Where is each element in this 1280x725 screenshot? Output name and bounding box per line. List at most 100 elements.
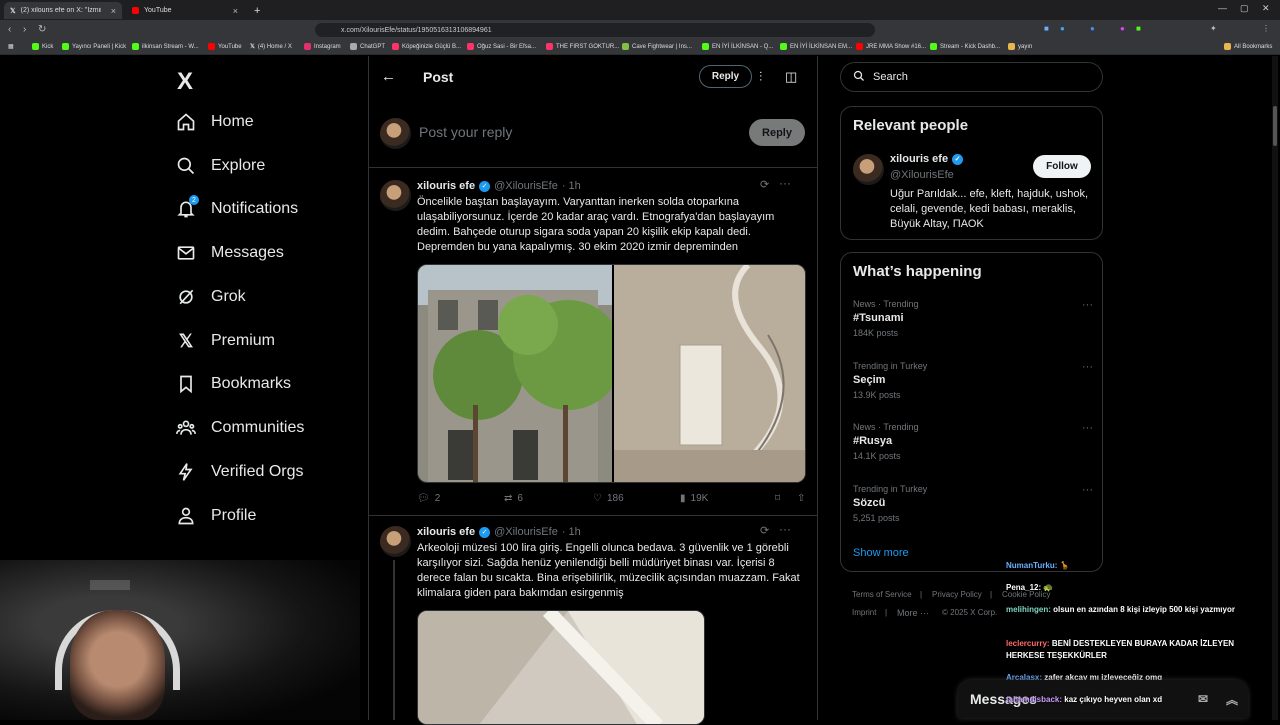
more-options-icon[interactable]: ··· xyxy=(1082,484,1093,496)
reply-action[interactable]: 💬︎ 2 xyxy=(417,493,504,504)
sidebar-item-explore[interactable]: Explore xyxy=(176,156,265,176)
imprint-link[interactable]: Imprint xyxy=(852,608,876,617)
bookmark-item[interactable]: EN İYİ İLKİNSAN EM... xyxy=(780,43,852,50)
extension-icon[interactable]: ■ xyxy=(1136,24,1141,33)
reply-header-button[interactable]: Reply xyxy=(699,65,752,88)
sidebar-item-home[interactable]: Home xyxy=(176,112,254,132)
verified-icon: ✓ xyxy=(479,180,491,192)
bookmark-item[interactable]: Instagram xyxy=(304,43,341,50)
url-input[interactable]: x.com/XilourisEfe/status/195051631310689… xyxy=(315,23,875,37)
back-icon[interactable]: ‹ xyxy=(8,24,11,35)
apps-icon[interactable]: ▦ xyxy=(8,43,14,50)
like-action[interactable]: ♡ 186 xyxy=(593,493,680,504)
extension-icon[interactable]: ■ xyxy=(1044,24,1049,33)
back-arrow-icon[interactable]: ← xyxy=(381,68,396,85)
terms-link[interactable]: Terms of Service xyxy=(852,590,912,599)
more-options-icon[interactable]: ··· xyxy=(1082,361,1093,373)
tab-x-post[interactable]: 𝕏 (2) xilouris efe on X: "İzmir Ar × xyxy=(4,2,122,19)
tweet[interactable]: xilouris efe ✓ @XilourisEfe · 1h ⟳ ··· A… xyxy=(369,522,817,725)
view-count: 19K xyxy=(690,493,709,504)
tweet-media[interactable] xyxy=(417,264,806,483)
bookmark-item[interactable]: Cave Fightwear | Ins... xyxy=(622,43,692,50)
sidebar-item-messages[interactable]: Messages xyxy=(176,243,284,263)
more-options-icon[interactable]: ··· xyxy=(779,176,791,190)
tweet-media[interactable] xyxy=(417,610,705,725)
sidebar-item-bookmarks[interactable]: Bookmarks xyxy=(176,374,291,394)
bookmark-item[interactable]: Köpeğinizle Güçlü B... xyxy=(392,43,461,50)
post-header: ← Post Reply ⫶ ◫ xyxy=(369,56,817,104)
reload-icon[interactable]: ↻ xyxy=(38,24,46,35)
bookmark-item[interactable]: Stream - Kick Dashb... xyxy=(930,43,1000,50)
emote-icon: 🦒 xyxy=(1059,561,1070,570)
avatar[interactable] xyxy=(380,526,411,557)
extension-icon[interactable]: ● xyxy=(1120,24,1125,33)
tweet-author[interactable]: xilouris efe ✓ @XilourisEfe · 1h xyxy=(417,526,581,538)
share-action[interactable]: ⇧ xyxy=(797,493,805,504)
chart-icon: ▮ xyxy=(680,493,686,504)
bookmark-item[interactable]: THE FIRST GOKTUR... xyxy=(546,43,619,50)
like-count: 186 xyxy=(606,493,624,504)
all-bookmarks[interactable]: All Bookmarks xyxy=(1224,43,1272,50)
bookmark-folder[interactable]: yayın xyxy=(1008,43,1032,50)
bookmark-item[interactable]: ilkinsan Stream - W... xyxy=(132,43,199,50)
tweet[interactable]: xilouris efe ✓ @XilourisEfe · 1h ⟳ ··· Ö… xyxy=(369,176,817,516)
minimize-icon[interactable]: — xyxy=(1218,3,1227,13)
more-options-icon[interactable]: ··· xyxy=(1082,299,1093,311)
forward-icon[interactable]: › xyxy=(23,24,26,35)
bookmark-item[interactable]: YouTube xyxy=(208,43,242,50)
extension-icon[interactable]: ● xyxy=(1060,24,1065,33)
bookmark-icon: ⌑ xyxy=(775,493,781,504)
grok-icon[interactable]: ⟳ xyxy=(760,524,769,537)
views-action[interactable]: ▮ 19K xyxy=(680,493,775,504)
show-more-link[interactable]: Show more xyxy=(853,547,909,559)
privacy-link[interactable]: Privacy Policy xyxy=(932,590,982,599)
trend-title: Sözcü xyxy=(853,497,886,509)
sliders-icon[interactable]: ⫶ xyxy=(759,69,762,85)
sidebar-item-verified-orgs[interactable]: Verified Orgs xyxy=(176,462,303,482)
follow-button[interactable]: Follow xyxy=(1033,155,1091,178)
search-input[interactable]: Search xyxy=(840,62,1103,92)
grok-icon[interactable]: ⟳ xyxy=(760,178,769,191)
close-window-icon[interactable]: ✕ xyxy=(1262,3,1270,14)
bookmark-item[interactable]: 𝕏 (4) Home / X xyxy=(250,43,292,51)
bookmark-item[interactable]: EN İYİ İLKİNSAN - Q... xyxy=(702,43,773,50)
more-link[interactable]: More ··· xyxy=(897,608,929,618)
trend-item[interactable]: News · Trending #Tsunami 184K posts ··· xyxy=(853,299,1093,338)
reader-icon[interactable]: ◫ xyxy=(785,69,797,85)
repost-action[interactable]: ⇄ 6 xyxy=(504,493,593,504)
bookmark-item[interactable]: ChatGPT xyxy=(350,43,385,50)
close-tab-icon[interactable]: × xyxy=(111,6,116,16)
person-name[interactable]: xilouris efe ✓ xyxy=(890,153,964,165)
scrollbar-thumb[interactable] xyxy=(1273,106,1277,146)
bookmark-item[interactable]: Kick xyxy=(32,43,53,50)
x-logo[interactable]: X xyxy=(177,68,193,96)
chat-message: Pena_12: 🐢 xyxy=(1006,582,1256,594)
extension-icon[interactable]: ● xyxy=(1090,24,1095,33)
sidebar-item-profile[interactable]: Profile xyxy=(176,506,256,526)
more-options-icon[interactable]: ··· xyxy=(779,522,791,536)
more-options-icon[interactable]: ··· xyxy=(1082,422,1093,434)
reply-input[interactable]: Post your reply xyxy=(419,124,512,140)
sidebar-item-grok[interactable]: Grok xyxy=(176,287,246,307)
trend-item[interactable]: Trending in Turkey Seçim 13.9K posts ··· xyxy=(853,361,1093,400)
trend-item[interactable]: News · Trending #Rusya 14.1K posts ··· xyxy=(853,422,1093,461)
maximize-icon[interactable]: ▢ xyxy=(1240,3,1249,14)
scrollbar[interactable] xyxy=(1272,56,1278,720)
extensions-puzzle-icon[interactable]: ✦ xyxy=(1210,24,1217,33)
bookmark-item[interactable]: Yayıncı Paneli | Kick xyxy=(62,43,126,50)
bookmark-item[interactable]: Oğuz Sasi - Bir Efsa... xyxy=(467,43,536,50)
sidebar-item-premium[interactable]: 𝕏 Premium xyxy=(176,331,275,351)
bookmark-item[interactable]: JRE MMA Show #16... xyxy=(856,43,926,50)
menu-icon[interactable]: ⋮ xyxy=(1262,24,1270,33)
sidebar-item-communities[interactable]: Communities xyxy=(176,418,304,438)
tab-youtube[interactable]: YouTube × xyxy=(126,2,244,19)
sidebar-item-notifications[interactable]: 2 Notifications xyxy=(176,195,298,219)
avatar[interactable] xyxy=(853,154,884,185)
reply-button[interactable]: Reply xyxy=(749,119,805,146)
bookmark-action[interactable]: ⌑ xyxy=(775,493,797,504)
trend-item[interactable]: Trending in Turkey Sözcü 5,251 posts ··· xyxy=(853,484,1093,523)
avatar[interactable] xyxy=(380,180,411,211)
new-tab-button[interactable]: + xyxy=(248,2,264,19)
close-tab-icon[interactable]: × xyxy=(233,6,238,16)
tweet-author[interactable]: xilouris efe ✓ @XilourisEfe · 1h xyxy=(417,180,581,192)
